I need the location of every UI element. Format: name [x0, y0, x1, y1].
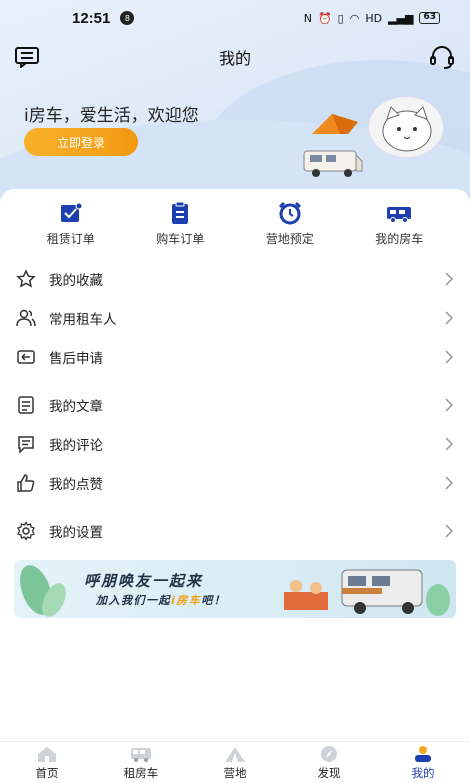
bus-icon — [131, 747, 151, 762]
menu-item-likes[interactable]: 我的点赞 — [0, 463, 470, 502]
tab-discover[interactable]: 发现 — [282, 742, 376, 783]
quick-purchase-orders[interactable]: 购车订单 — [135, 201, 225, 247]
quick-label: 租赁订单 — [46, 232, 95, 246]
return-icon — [17, 349, 35, 364]
tab-home[interactable]: 首页 — [0, 742, 94, 783]
tab-label: 我的 — [411, 765, 435, 780]
network-label: HD — [365, 11, 383, 25]
quick-label: 购车订单 — [156, 232, 205, 246]
quick-my-rv[interactable]: 我的房车 — [354, 201, 444, 247]
chevron-right-icon — [445, 397, 454, 412]
menu-label: 我的设置 — [49, 524, 103, 541]
alarm-icon: ⏰ — [317, 11, 332, 25]
compass-icon — [321, 745, 337, 762]
menu-label: 我的评论 — [49, 437, 103, 454]
menu-item-after-sales[interactable]: 售后申请 — [0, 337, 470, 376]
bottom-tab-bar: 首页 租房车 营地 发现 我的 — [0, 741, 470, 783]
chevron-right-icon — [445, 436, 454, 451]
menu-label: 常用租车人 — [49, 311, 117, 328]
message-icon[interactable] — [14, 46, 40, 68]
chevron-right-icon — [445, 523, 454, 538]
chevron-right-icon — [445, 271, 454, 286]
home-icon — [38, 746, 56, 762]
users-icon — [16, 309, 36, 326]
menu-item-comments[interactable]: 我的评论 — [0, 424, 470, 463]
quick-label: 营地预定 — [265, 232, 314, 246]
tab-rent-rv[interactable]: 租房车 — [94, 742, 188, 783]
menu-item-settings[interactable]: 我的设置 — [0, 511, 470, 550]
quick-label: 我的房车 — [375, 232, 424, 246]
notification-badge: 8 — [120, 11, 135, 25]
tab-label: 营地 — [223, 765, 247, 780]
comment-icon — [18, 435, 34, 454]
menu-label: 我的收藏 — [49, 272, 103, 289]
profile-icon — [415, 745, 431, 762]
menu-item-articles[interactable]: 我的文章 — [0, 385, 470, 424]
menu-label: 我的文章 — [49, 398, 103, 415]
banner-highlight: i房车 — [171, 594, 202, 607]
tab-profile[interactable]: 我的 — [376, 742, 470, 783]
thumbs-up-icon — [17, 473, 35, 492]
menu-item-favorites[interactable]: 我的收藏 — [0, 259, 470, 298]
menu-label: 我的点赞 — [49, 476, 103, 493]
rental-order-icon — [60, 202, 83, 222]
page-title: 我的 — [218, 49, 251, 68]
quick-rental-orders[interactable]: 租赁订单 — [26, 201, 116, 247]
purchase-order-icon — [172, 201, 189, 224]
chevron-right-icon — [445, 310, 454, 325]
cat-avatar-icon — [382, 106, 432, 152]
vibrate-icon: ▯ — [337, 11, 344, 25]
rv-picnic-illustration — [284, 569, 450, 616]
quick-actions: 租赁订单 购车订单 营地预定 我的房车 — [0, 189, 470, 247]
tab-label: 发现 — [317, 765, 341, 780]
alarm-clock-icon — [278, 201, 301, 225]
profile-card: 租赁订单 购车订单 营地预定 我的房车 我的收藏 常用租车人 售后申请 我的文章… — [0, 189, 470, 741]
nfc-icon: N — [303, 11, 312, 25]
gear-icon — [17, 520, 35, 541]
welcome-text: i房车，爱生活，欢迎您 — [24, 106, 199, 126]
wifi-icon: ◠ — [349, 11, 360, 25]
rv-icon — [387, 207, 412, 223]
signal-icon: ▂▄▆ — [388, 11, 414, 25]
leaf-illustration — [20, 565, 66, 617]
battery-indicator: 63 — [419, 12, 440, 24]
status-time: 12:51 — [72, 9, 111, 27]
headset-icon[interactable] — [428, 44, 456, 70]
star-icon — [16, 268, 36, 288]
tent-illustration — [312, 114, 358, 134]
menu-item-frequent-renters[interactable]: 常用租车人 — [0, 298, 470, 337]
banner-title: 呼朋唤友一起来 — [84, 572, 204, 590]
invite-banner[interactable]: 呼朋唤友一起来 加入我们一起i房车吧！ — [14, 560, 456, 618]
chevron-right-icon — [445, 475, 454, 490]
banner-subtitle-pre: 加入我们一起 — [96, 594, 171, 607]
nav-bar: 我的 — [0, 40, 470, 74]
menu-label: 售后申请 — [49, 350, 103, 367]
menu-list: 我的收藏 常用租车人 售后申请 我的文章 我的评论 我的点赞 我的设置 — [0, 259, 470, 550]
tab-campsite[interactable]: 营地 — [188, 742, 282, 783]
status-bar: 12:51 8 N ⏰ ▯ ◠ HD ▂▄▆ 63 — [0, 0, 470, 36]
article-icon — [18, 395, 34, 414]
banner-subtitle-post: 吧！ — [201, 594, 227, 607]
status-icons: N ⏰ ▯ ◠ HD ▂▄▆ 63 — [304, 12, 440, 25]
login-button[interactable]: 立即登录 — [24, 128, 138, 156]
tab-label: 首页 — [35, 765, 59, 780]
rv-illustration — [303, 150, 363, 177]
quick-camp-booking[interactable]: 营地预定 — [245, 201, 335, 247]
chevron-right-icon — [445, 349, 454, 364]
tab-label: 租房车 — [123, 765, 159, 780]
avatar[interactable] — [368, 96, 444, 158]
banner-subtitle: 加入我们一起i房车吧！ — [96, 592, 226, 608]
tent-icon — [225, 746, 245, 762]
